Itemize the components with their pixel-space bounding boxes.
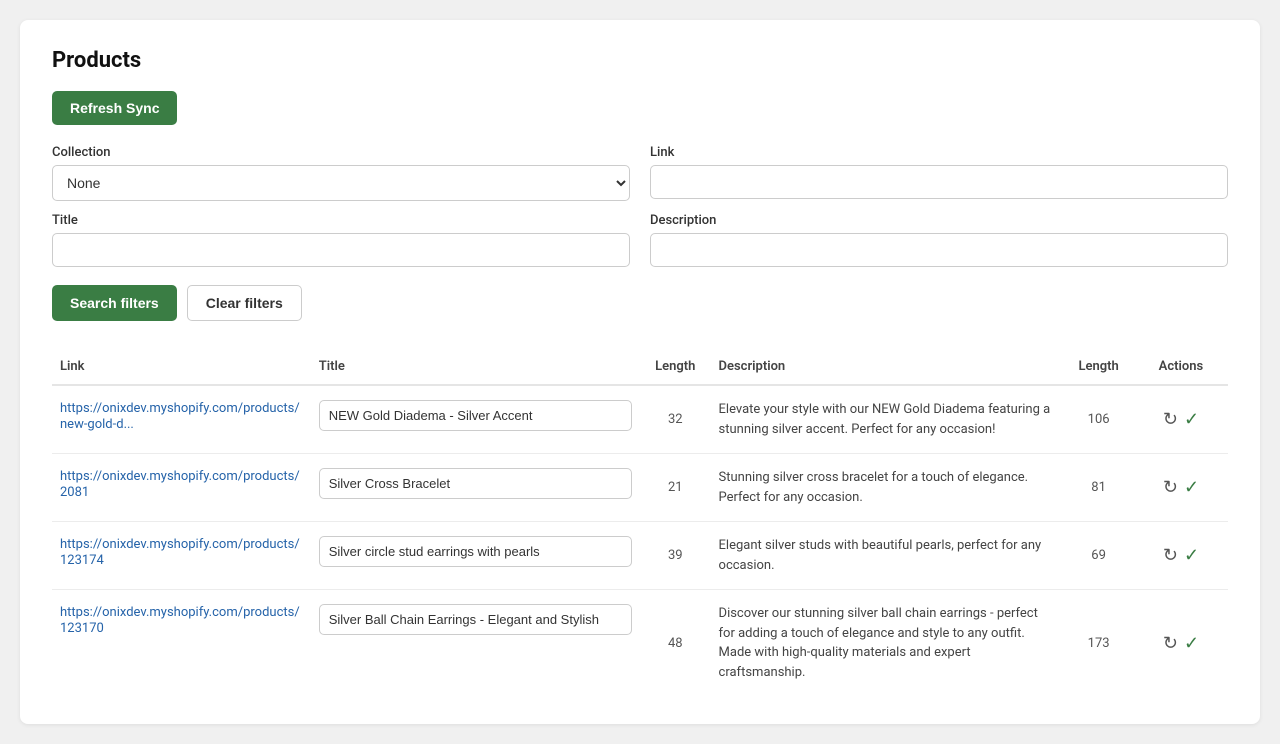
table-row: https://onixdev.myshopify.com/products/2… [52, 454, 1228, 522]
actions-cell: ↻✓ [1134, 522, 1228, 590]
title-field[interactable] [319, 604, 632, 635]
description-cell: Elegant silver studs with beautiful pear… [711, 522, 1064, 590]
product-link[interactable]: https://onixdev.myshopify.com/products/1… [60, 605, 300, 636]
title-length: 48 [640, 590, 711, 697]
desc-length: 173 [1063, 590, 1134, 697]
col-header-description: Description [711, 349, 1064, 385]
confirm-icon[interactable]: ✓ [1184, 545, 1199, 566]
filters-grid: Collection None Earrings Bracelets Neckl… [52, 145, 1228, 267]
link-input[interactable] [650, 165, 1228, 199]
clear-filters-button[interactable]: Clear filters [187, 285, 302, 321]
actions-cell: ↻✓ [1134, 590, 1228, 697]
confirm-icon[interactable]: ✓ [1184, 477, 1199, 498]
actions-cell: ↻✓ [1134, 454, 1228, 522]
collection-filter-group: Collection None Earrings Bracelets Neckl… [52, 145, 630, 201]
table-row: https://onixdev.myshopify.com/products/1… [52, 590, 1228, 697]
title-cell [311, 522, 640, 590]
description-filter-group: Description [650, 213, 1228, 267]
products-table: Link Title Length Description Length Act… [52, 349, 1228, 696]
description-cell: Discover our stunning silver ball chain … [711, 590, 1064, 697]
refresh-icon[interactable]: ↻ [1163, 477, 1178, 498]
col-header-actions: Actions [1134, 349, 1228, 385]
title-length: 21 [640, 454, 711, 522]
desc-length: 69 [1063, 522, 1134, 590]
description-cell: Elevate your style with our NEW Gold Dia… [711, 385, 1064, 454]
refresh-icon[interactable]: ↻ [1163, 409, 1178, 430]
col-header-length: Length [640, 349, 711, 385]
title-field[interactable] [319, 536, 632, 567]
main-card: Products Refresh Sync Collection None Ea… [20, 20, 1260, 724]
link-filter-group: Link [650, 145, 1228, 201]
confirm-icon[interactable]: ✓ [1184, 409, 1199, 430]
title-cell [311, 385, 640, 454]
refresh-icon[interactable]: ↻ [1163, 633, 1178, 654]
table-row: https://onixdev.myshopify.com/products/n… [52, 385, 1228, 454]
product-link[interactable]: https://onixdev.myshopify.com/products/2… [60, 469, 300, 500]
product-link[interactable]: https://onixdev.myshopify.com/products/n… [60, 401, 300, 432]
link-cell: https://onixdev.myshopify.com/products/1… [52, 522, 311, 590]
col-header-title: Title [311, 349, 640, 385]
title-input[interactable] [52, 233, 630, 267]
page-title: Products [52, 48, 1228, 73]
title-field[interactable] [319, 400, 632, 431]
title-length: 39 [640, 522, 711, 590]
link-cell: https://onixdev.myshopify.com/products/2… [52, 454, 311, 522]
refresh-sync-button[interactable]: Refresh Sync [52, 91, 177, 125]
desc-length: 81 [1063, 454, 1134, 522]
collection-select[interactable]: None Earrings Bracelets Necklaces [52, 165, 630, 201]
link-cell: https://onixdev.myshopify.com/products/1… [52, 590, 311, 697]
title-cell [311, 590, 640, 697]
table-row: https://onixdev.myshopify.com/products/1… [52, 522, 1228, 590]
title-field[interactable] [319, 468, 632, 499]
refresh-icon[interactable]: ↻ [1163, 545, 1178, 566]
description-cell: Stunning silver cross bracelet for a tou… [711, 454, 1064, 522]
title-length: 32 [640, 385, 711, 454]
product-link[interactable]: https://onixdev.myshopify.com/products/1… [60, 537, 300, 568]
description-label: Description [650, 213, 1228, 228]
link-cell: https://onixdev.myshopify.com/products/n… [52, 385, 311, 454]
title-cell [311, 454, 640, 522]
col-header-desc-length: Length [1063, 349, 1134, 385]
title-filter-group: Title [52, 213, 630, 267]
col-header-link: Link [52, 349, 311, 385]
link-label: Link [650, 145, 1228, 160]
desc-length: 106 [1063, 385, 1134, 454]
description-input[interactable] [650, 233, 1228, 267]
title-label: Title [52, 213, 630, 228]
search-filters-button[interactable]: Search filters [52, 285, 177, 321]
table-header-row: Link Title Length Description Length Act… [52, 349, 1228, 385]
actions-cell: ↻✓ [1134, 385, 1228, 454]
filter-buttons: Search filters Clear filters [52, 285, 1228, 321]
confirm-icon[interactable]: ✓ [1184, 633, 1199, 654]
collection-label: Collection [52, 145, 630, 160]
